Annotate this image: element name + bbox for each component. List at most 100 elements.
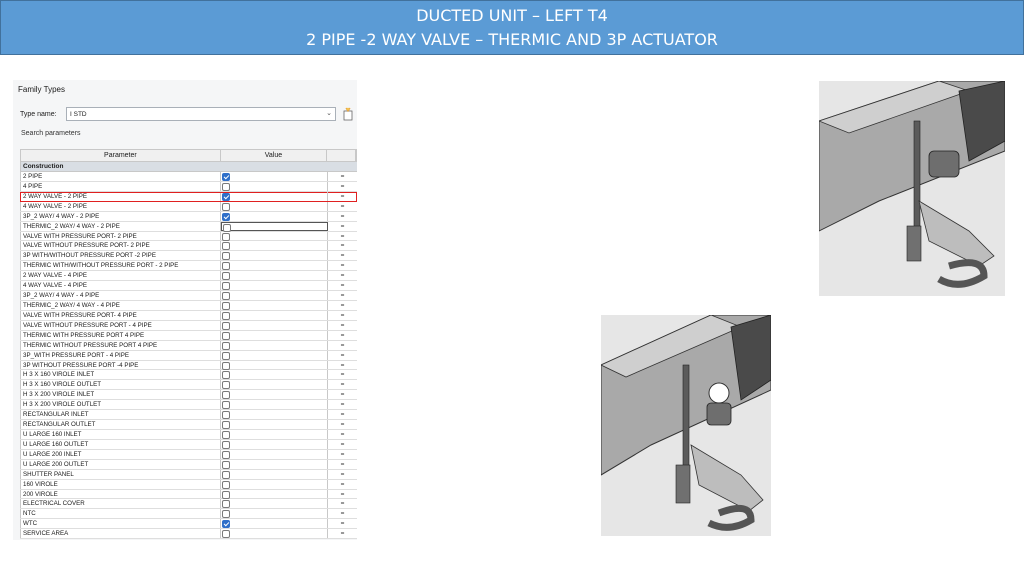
value-checkbox[interactable] [222, 192, 230, 201]
value-checkbox[interactable] [222, 490, 230, 499]
value-checkbox[interactable] [222, 361, 230, 370]
formula-cell[interactable]: = [328, 470, 357, 479]
parameter-row[interactable]: 3P_2 WAY/ 4 WAY - 2 PIPE = [20, 211, 357, 222]
parameter-row[interactable]: 4 WAY VALVE - 4 PIPE = [20, 281, 357, 292]
parameter-row[interactable]: 200 VIROLE = [20, 489, 357, 500]
formula-cell[interactable]: = [328, 341, 357, 350]
value-checkbox[interactable] [222, 242, 230, 251]
value-checkbox[interactable] [222, 212, 230, 221]
parameter-row[interactable]: VALVE WITHOUT PRESSURE PORT- 2 PIPE = [20, 241, 357, 252]
value-checkbox[interactable] [222, 282, 230, 291]
value-checkbox[interactable] [222, 321, 230, 330]
value-checkbox[interactable] [223, 223, 231, 232]
formula-cell[interactable]: = [328, 172, 357, 181]
value-checkbox[interactable] [222, 401, 230, 410]
parameter-row[interactable]: NTC = [20, 509, 357, 520]
formula-cell[interactable]: = [328, 311, 357, 320]
parameter-row[interactable]: SHUTTER PANEL = [20, 469, 357, 480]
parameter-row[interactable]: 3P WITHOUT PRESSURE PORT -4 PIPE = [20, 360, 357, 371]
formula-cell[interactable]: = [328, 182, 357, 191]
value-checkbox[interactable] [222, 173, 230, 181]
type-name-select[interactable]: I STD ⌄ [66, 107, 336, 121]
value-checkbox[interactable] [222, 421, 230, 430]
parameter-row[interactable]: U LARGE 160 INLET = [20, 429, 357, 440]
parameter-row[interactable]: U LARGE 200 INLET = [20, 449, 357, 460]
formula-cell[interactable]: = [328, 380, 357, 389]
value-checkbox[interactable] [222, 371, 230, 380]
parameter-row[interactable]: H 3 X 160 VIROLE OUTLET = [20, 380, 357, 391]
parameter-row[interactable]: 2 PIPE = [20, 172, 357, 182]
parameter-row[interactable]: WTC = [20, 519, 357, 530]
parameter-row[interactable]: H 3 X 200 VIROLE INLET = [20, 390, 357, 401]
new-type-icon[interactable] [342, 107, 354, 121]
value-checkbox[interactable] [222, 341, 230, 350]
parameter-row[interactable]: 160 VIROLE = [20, 479, 357, 490]
value-checkbox[interactable] [222, 470, 230, 479]
formula-cell[interactable]: = [328, 291, 357, 300]
value-checkbox[interactable] [222, 301, 230, 310]
parameter-row[interactable]: SERVICE AREA = [20, 529, 357, 540]
value-checkbox[interactable] [222, 232, 230, 241]
formula-cell[interactable]: = [328, 351, 357, 360]
parameter-row[interactable]: 4 WAY VALVE - 2 PIPE = [20, 201, 357, 212]
formula-cell[interactable]: = [328, 261, 357, 270]
chevron-down-icon[interactable]: ⌄ [326, 109, 332, 117]
formula-cell[interactable]: = [328, 509, 357, 518]
formula-cell[interactable]: = [328, 271, 357, 280]
value-checkbox[interactable] [222, 430, 230, 439]
parameter-row[interactable]: H 3 X 200 VIROLE OUTLET = [20, 400, 357, 411]
value-checkbox[interactable] [222, 351, 230, 360]
value-checkbox[interactable] [222, 480, 230, 489]
parameter-row[interactable]: ELECTRICAL COVER = [20, 499, 357, 510]
formula-cell[interactable]: = [328, 370, 357, 379]
parameter-row[interactable]: THERMIC_2 WAY/ 4 WAY - 4 PIPE = [20, 300, 357, 311]
parameter-row[interactable]: 2 WAY VALVE - 2 PIPE = [20, 191, 357, 202]
parameter-row[interactable]: U LARGE 200 OUTLET = [20, 459, 357, 470]
formula-cell[interactable]: = [328, 192, 357, 201]
formula-cell[interactable]: = [328, 301, 357, 310]
parameter-row[interactable]: THERMIC WITH PRESSURE PORT 4 PIPE = [20, 330, 357, 341]
value-checkbox[interactable] [222, 381, 230, 390]
parameter-row[interactable]: 3P_2 WAY/ 4 WAY - 4 PIPE = [20, 291, 357, 301]
parameter-row[interactable]: THERMIC WITHOUT PRESSURE PORT 4 PIPE = [20, 340, 357, 351]
parameter-row[interactable]: RECTANGULAR INLET = [20, 410, 357, 421]
formula-cell[interactable]: = [328, 519, 357, 528]
value-checkbox[interactable] [222, 391, 230, 400]
formula-cell[interactable]: = [328, 400, 357, 409]
value-checkbox[interactable] [222, 202, 230, 211]
formula-cell[interactable]: = [328, 321, 357, 330]
formula-cell[interactable]: = [328, 490, 357, 499]
parameter-row[interactable]: VALVE WITH PRESSURE PORT- 2 PIPE = [20, 231, 357, 242]
search-parameters-input[interactable]: Search parameters [21, 130, 81, 137]
formula-cell[interactable]: = [328, 499, 357, 508]
parameter-row[interactable]: 2 WAY VALVE - 4 PIPE = [20, 271, 357, 282]
parameter-row[interactable]: U LARGE 160 OUTLET = [20, 439, 357, 450]
formula-cell[interactable]: = [328, 281, 357, 290]
value-checkbox[interactable] [222, 182, 230, 191]
formula-cell[interactable]: = [328, 251, 357, 260]
value-checkbox[interactable] [222, 331, 230, 340]
value-checkbox[interactable] [222, 311, 230, 320]
value-checkbox[interactable] [222, 252, 230, 261]
formula-cell[interactable]: = [328, 331, 357, 340]
value-checkbox[interactable] [222, 262, 230, 271]
formula-cell[interactable]: = [328, 222, 357, 231]
formula-cell[interactable]: = [328, 202, 357, 211]
value-checkbox[interactable] [222, 411, 230, 420]
formula-cell[interactable]: = [328, 232, 357, 241]
value-checkbox[interactable] [222, 450, 230, 459]
parameter-row[interactable]: VALVE WITH PRESSURE PORT- 4 PIPE = [20, 310, 357, 321]
value-checkbox[interactable] [222, 520, 230, 529]
column-header-parameter[interactable]: Parameter [21, 150, 221, 161]
formula-cell[interactable]: = [328, 410, 357, 419]
value-checkbox[interactable] [222, 272, 230, 281]
value-checkbox[interactable] [222, 440, 230, 449]
column-header-formula[interactable] [327, 150, 356, 161]
value-checkbox[interactable] [222, 460, 230, 469]
parameter-row[interactable]: VALVE WITHOUT PRESSURE PORT - 4 PIPE = [20, 320, 357, 331]
column-header-value[interactable]: Value [221, 150, 328, 161]
formula-cell[interactable]: = [328, 430, 357, 439]
formula-cell[interactable]: = [328, 420, 357, 429]
value-checkbox[interactable] [222, 530, 230, 539]
formula-cell[interactable]: = [328, 390, 357, 399]
